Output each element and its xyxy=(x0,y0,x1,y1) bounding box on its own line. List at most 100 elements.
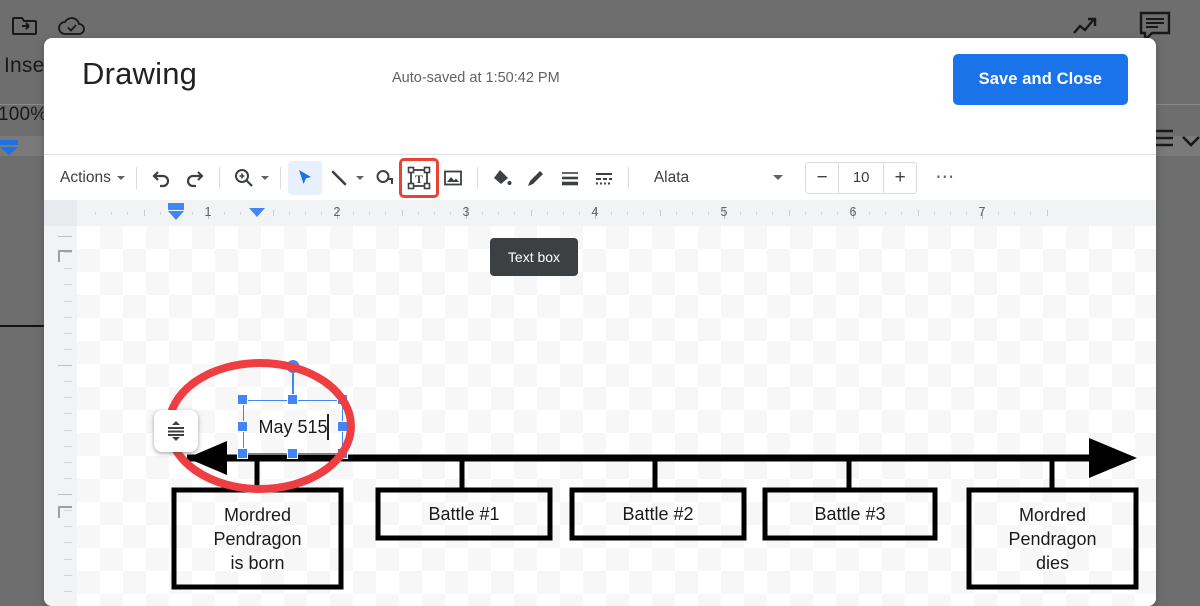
background-zoom-level[interactable]: 100% xyxy=(0,104,47,126)
ruler-tick xyxy=(320,212,322,215)
ruler-tick xyxy=(143,210,145,216)
event-box xyxy=(569,487,747,541)
save-and-close-button[interactable]: Save and Close xyxy=(952,54,1128,105)
more-options-button[interactable]: ⋯ xyxy=(929,168,961,187)
background-indent-marker[interactable] xyxy=(0,140,22,155)
redo-button[interactable] xyxy=(178,161,212,195)
resize-handle-nw[interactable] xyxy=(237,394,248,405)
dialog-header: Drawing Auto-saved at 1:50:42 PM Save an… xyxy=(44,38,1156,114)
ruler-tick xyxy=(401,210,403,216)
line-weight-tool[interactable] xyxy=(553,161,587,195)
toolbar-separator xyxy=(218,166,220,189)
ruler-tick xyxy=(288,212,290,215)
resize-handle-w[interactable] xyxy=(237,421,248,432)
ruler-tick xyxy=(64,381,72,382)
line-dash-icon xyxy=(587,161,621,195)
toolbar-separator xyxy=(476,166,478,189)
ruler-tick xyxy=(449,212,451,215)
ruler-tick xyxy=(546,212,548,215)
ruler-tick xyxy=(756,212,758,215)
background-page-edge xyxy=(0,325,46,327)
undo-button[interactable] xyxy=(144,161,178,195)
ruler-tick xyxy=(64,430,72,431)
resize-handle-n[interactable] xyxy=(287,394,298,405)
bottom-indent-marker[interactable] xyxy=(58,506,72,518)
ruler-number: 4 xyxy=(591,205,599,219)
zoom-icon xyxy=(227,161,261,195)
left-indent-marker[interactable] xyxy=(168,211,184,220)
shape-icon xyxy=(368,161,402,195)
ruler-tick xyxy=(514,212,516,215)
ruler-tick xyxy=(562,212,564,215)
fill-color-tool[interactable] xyxy=(485,161,519,195)
ruler-tick xyxy=(272,210,274,216)
actions-menu-button[interactable]: Actions xyxy=(54,169,129,187)
ruler-tick xyxy=(64,284,72,285)
selected-text-box[interactable]: May 515 xyxy=(237,360,348,459)
toolbar-separator xyxy=(627,166,629,189)
select-arrow-icon xyxy=(287,160,322,195)
resize-handle-ne[interactable] xyxy=(337,394,348,405)
ruler-tick xyxy=(95,212,97,215)
ruler-tick xyxy=(111,212,113,215)
ruler-corner xyxy=(44,200,77,226)
ruler-tick xyxy=(353,212,355,215)
resize-handle-se[interactable] xyxy=(337,448,348,459)
right-indent-marker[interactable] xyxy=(249,208,265,217)
zoom-dropdown[interactable] xyxy=(260,161,273,195)
actions-label: Actions xyxy=(60,168,111,186)
ruler-tick xyxy=(836,212,838,215)
ruler-tick xyxy=(64,349,72,350)
resize-handle-e[interactable] xyxy=(337,421,348,432)
ruler-number: 1 xyxy=(204,205,212,219)
undo-icon xyxy=(144,161,178,195)
line-tool[interactable] xyxy=(322,161,356,195)
ruler-tick xyxy=(707,212,709,215)
rotation-handle[interactable] xyxy=(286,360,300,373)
text-caret xyxy=(327,414,329,440)
background-menu-insert[interactable]: Inse xyxy=(4,54,45,78)
top-indent-marker[interactable] xyxy=(58,250,72,262)
vertical-align-button[interactable] xyxy=(154,410,198,452)
ruler-tick xyxy=(64,478,72,479)
ruler-tick xyxy=(58,494,72,495)
ruler-tick xyxy=(64,575,72,576)
ruler-tick xyxy=(64,462,72,463)
font-family-selector[interactable]: Alata xyxy=(654,169,689,187)
font-size-increase-button[interactable]: + xyxy=(884,162,917,193)
font-size-decrease-button[interactable]: − xyxy=(806,162,839,193)
shape-tool[interactable] xyxy=(368,161,402,195)
ruler-tick xyxy=(885,212,887,215)
ruler-tick xyxy=(417,212,419,215)
ruler-tick xyxy=(869,212,871,215)
select-tool[interactable] xyxy=(287,160,322,195)
resize-handle-s[interactable] xyxy=(287,448,298,459)
event-box xyxy=(966,487,1139,590)
first-line-indent-marker[interactable] xyxy=(168,203,184,210)
chevron-down-icon xyxy=(355,175,364,180)
fill-color-icon xyxy=(485,161,519,195)
line-weight-icon xyxy=(553,161,587,195)
ruler-tick xyxy=(788,210,790,216)
font-dropdown-chevron-down-icon[interactable] xyxy=(773,175,784,180)
horizontal-ruler[interactable]: 1 2 3 4 5 6 7 xyxy=(44,200,1156,227)
move-to-folder-icon[interactable] xyxy=(12,14,38,43)
line-dropdown[interactable] xyxy=(355,161,368,195)
resize-handle-sw[interactable] xyxy=(237,448,248,459)
line-color-tool[interactable] xyxy=(519,161,553,195)
font-size-value[interactable]: 10 xyxy=(838,162,885,193)
redo-icon xyxy=(178,161,212,195)
ruler-tick xyxy=(578,212,580,215)
drawing-canvas[interactable]: Mordred Pendragon is born Battle #1 Batt… xyxy=(77,226,1156,606)
event-box xyxy=(375,487,553,541)
text-box-tool[interactable]: T xyxy=(398,157,439,198)
zoom-button[interactable] xyxy=(227,161,261,195)
ruler-tick xyxy=(369,212,371,215)
vertical-ruler[interactable] xyxy=(44,226,78,606)
ruler-tick xyxy=(901,212,903,215)
line-color-icon xyxy=(519,161,553,195)
chevron-down-icon[interactable] xyxy=(1182,134,1200,152)
image-tool[interactable] xyxy=(436,161,470,195)
line-dash-tool[interactable] xyxy=(587,161,621,195)
ruler-tick xyxy=(675,212,677,215)
